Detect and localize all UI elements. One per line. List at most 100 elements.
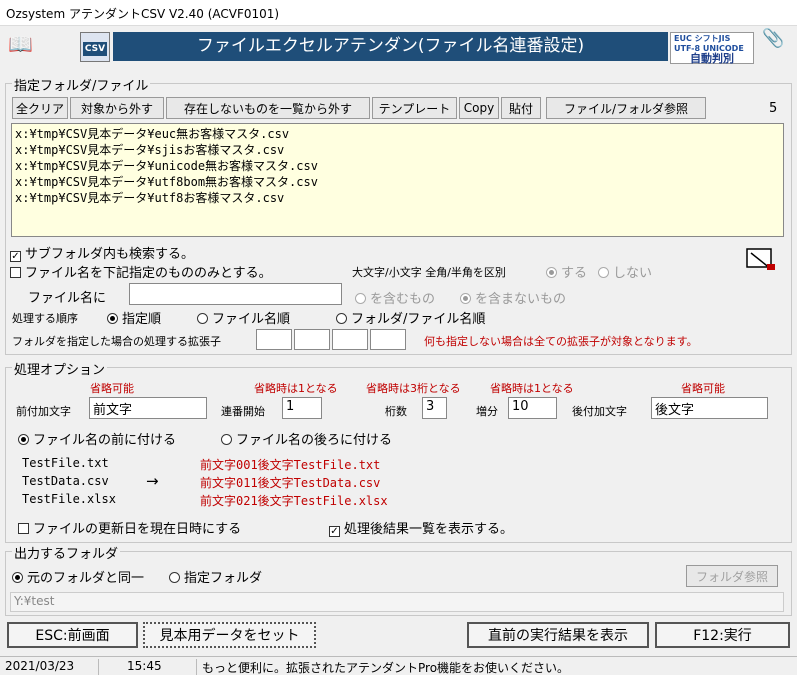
position-before-label: ファイル名の前に付ける [33, 433, 177, 448]
example-source: TestFile.txt [22, 456, 109, 470]
digits-input[interactable]: 3 [422, 397, 447, 419]
status-bar: 2021/03/23 15:45 もっと便利に。拡張されたアテンダントPro機能… [0, 656, 797, 675]
contains-radio[interactable]: を含むもの [355, 288, 435, 307]
csv-icon: CSV [80, 32, 110, 62]
case-sensitive-label: 大文字/小文字 全角/半角を区別 [352, 266, 506, 279]
order-filename-label: ファイル名順 [212, 312, 291, 327]
status-date: 2021/03/23 [0, 659, 99, 675]
paste-button[interactable]: 貼付 [501, 97, 541, 119]
extension-note: 何も指定しない場合は全ての拡張子が対象となります。 [424, 335, 698, 348]
digits-hint: 省略時は3桁となる [366, 382, 461, 395]
checkbox-checked-icon: ✓ [10, 251, 21, 262]
copy-button[interactable]: Copy [459, 97, 499, 119]
position-before-radio[interactable]: ファイル名の前に付ける [18, 429, 176, 448]
book-icon[interactable]: 📖 [8, 32, 33, 56]
same-folder-radio[interactable]: 元のフォルダと同一 [12, 567, 144, 586]
start-input[interactable]: 1 [282, 397, 322, 419]
extension-input-2[interactable] [294, 329, 330, 350]
order-filename-radio[interactable]: ファイル名順 [197, 308, 290, 327]
subfolder-checkbox[interactable]: ✓ サブフォルダ内も検索する。 [10, 243, 194, 262]
filename-label: ファイル名に [28, 291, 107, 306]
options-section-title: 処理オプション [12, 359, 108, 378]
case-no-radio[interactable]: しない [598, 262, 652, 281]
set-sample-data-button[interactable]: 見本用データをセット [143, 622, 316, 648]
extension-input-3[interactable] [332, 329, 368, 350]
output-path-input[interactable]: Y:¥test [10, 592, 784, 612]
filename-only-label: ファイル名を下記指定のもののみとする。 [25, 266, 272, 281]
csv-icon-label: CSV [83, 42, 107, 56]
arrow-right-icon: → [146, 472, 159, 490]
status-message: もっと便利に。拡張されたアテンダントPro機能をお使いください。 [202, 661, 570, 675]
suffix-input[interactable]: 後文字 [651, 397, 768, 419]
radio-selected-icon [12, 572, 23, 583]
checkbox-checked-icon: ✓ [329, 526, 340, 537]
list-item[interactable]: x:¥tmp¥CSV見本データ¥unicode無お客様マスタ.csv [15, 158, 780, 174]
suffix-hint: 省略可能 [681, 382, 725, 395]
clear-all-button[interactable]: 全クリア [12, 97, 68, 119]
order-folder-filename-label: フォルダ/ファイル名順 [351, 312, 486, 327]
order-label: 処理する順序 [12, 312, 78, 325]
order-specified-radio[interactable]: 指定順 [107, 308, 161, 327]
case-no-label: しない [613, 266, 653, 281]
radio-selected-icon [107, 313, 118, 324]
extension-input-4[interactable] [370, 329, 406, 350]
list-item[interactable]: x:¥tmp¥CSV見本データ¥sjisお客様マスタ.csv [15, 142, 780, 158]
remove-missing-button[interactable]: 存在しないものを一覧から外す [166, 97, 370, 119]
status-time: 15:45 [99, 659, 197, 675]
encoding-logo: EUC シフトJIS UTF-8 UNICODE 自動判別 [670, 32, 754, 64]
step-label: 増分 [476, 405, 498, 418]
template-button[interactable]: テンプレート [372, 97, 457, 119]
extension-label: フォルダを指定した場合の処理する拡張子 [12, 335, 221, 348]
browse-file-folder-button[interactable]: ファイル/フォルダ参照 [546, 97, 706, 119]
order-folder-filename-radio[interactable]: フォルダ/ファイル名順 [336, 308, 485, 327]
case-yes-label: する [561, 266, 588, 281]
step-input[interactable]: 10 [508, 397, 557, 419]
prefix-hint: 省略可能 [90, 382, 134, 395]
page-banner: ファイルエクセルアテンダン(ファイル名連番設定) [113, 32, 668, 61]
position-after-radio[interactable]: ファイル名の後ろに付ける [221, 429, 392, 448]
filename-pattern-input[interactable] [129, 283, 342, 305]
filename-only-checkbox[interactable]: ファイル名を下記指定のもののみとする。 [10, 262, 272, 281]
extension-input-1[interactable] [256, 329, 292, 350]
folder-browse-button[interactable]: フォルダ参照 [686, 565, 778, 587]
example-source: TestData.csv [22, 474, 109, 488]
file-count: 5 [769, 101, 778, 116]
file-list[interactable]: x:¥tmp¥CSV見本データ¥euc無お客様マスタ.csv x:¥tmp¥CS… [11, 123, 784, 237]
radio-icon [336, 313, 347, 324]
eraser-icon[interactable] [745, 245, 779, 275]
list-item[interactable]: x:¥tmp¥CSV見本データ¥utf8bom無お客様マスタ.csv [15, 174, 780, 190]
show-result-checkbox[interactable]: ✓ 処理後結果一覧を表示する。 [329, 518, 513, 537]
specified-folder-radio[interactable]: 指定フォルダ [169, 567, 262, 586]
list-item[interactable]: x:¥tmp¥CSV見本データ¥utf8お客様マスタ.csv [15, 190, 780, 206]
radio-selected-icon [18, 434, 29, 445]
radio-icon [169, 572, 180, 583]
back-button[interactable]: ESC:前画面 [7, 622, 138, 648]
show-last-result-button[interactable]: 直前の実行結果を表示 [467, 622, 649, 648]
radio-selected-icon [460, 293, 471, 304]
example-result: 前文字021後文字TestFile.xlsx [200, 494, 388, 508]
start-label: 連番開始 [221, 405, 265, 418]
prefix-label: 前付加文字 [16, 405, 71, 418]
case-yes-radio[interactable]: する [546, 262, 587, 281]
not-contains-radio[interactable]: を含まないもの [460, 288, 566, 307]
update-date-label: ファイルの更新日を現在日時にする [33, 522, 242, 537]
prefix-input[interactable]: 前文字 [89, 397, 207, 419]
execute-button[interactable]: F12:実行 [655, 622, 790, 648]
clipboard-icon[interactable]: 📎 [762, 28, 792, 64]
update-date-checkbox[interactable]: ファイルの更新日を現在日時にする [18, 518, 241, 537]
suffix-label: 後付加文字 [572, 405, 627, 418]
folder-section-title: 指定フォルダ/ファイル [12, 75, 151, 94]
contains-label: を含むもの [370, 292, 436, 307]
example-result: 前文字011後文字TestData.csv [200, 476, 381, 490]
window-titlebar: Ozsystem アテンダントCSV V2.40 (ACVF0101) [0, 0, 797, 26]
example-result: 前文字001後文字TestFile.txt [200, 458, 381, 472]
eraser-icon-svg [746, 248, 775, 270]
remove-from-target-button[interactable]: 対象から外す [70, 97, 164, 119]
radio-icon [355, 293, 366, 304]
radio-icon [197, 313, 208, 324]
position-after-label: ファイル名の後ろに付ける [236, 433, 393, 448]
list-item[interactable]: x:¥tmp¥CSV見本データ¥euc無お客様マスタ.csv [15, 126, 780, 142]
output-folder-title: 出力するフォルダ [12, 543, 121, 562]
digits-label: 桁数 [385, 405, 407, 418]
checkbox-unchecked-icon [18, 523, 29, 534]
